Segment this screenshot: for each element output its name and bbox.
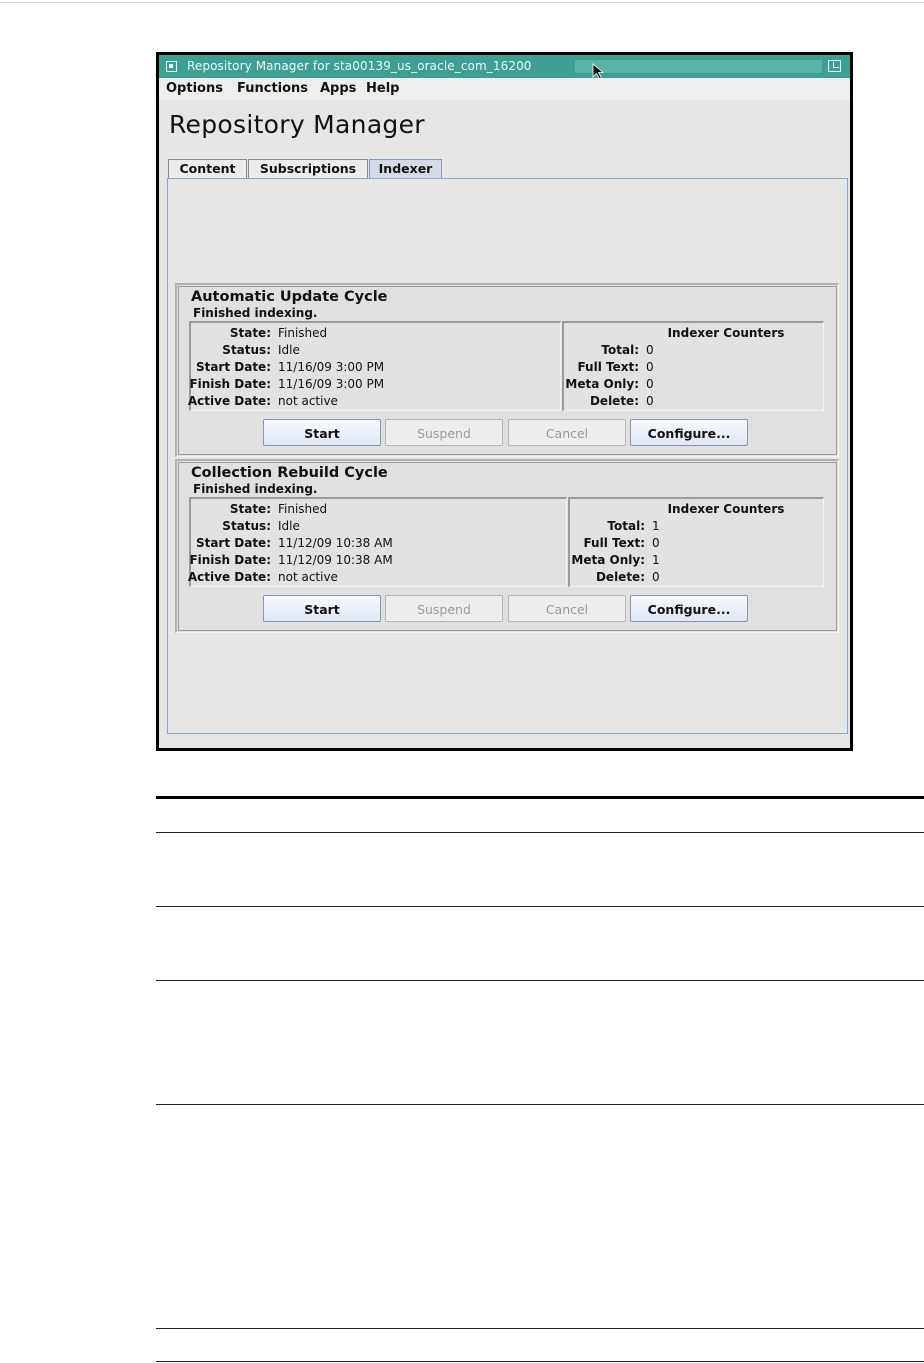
tab-indexer[interactable]: Indexer [369, 159, 442, 178]
status-label: Status: [222, 519, 271, 533]
table-row-divider [156, 832, 924, 833]
start-button[interactable]: Start [263, 419, 381, 446]
state-value: Finished [278, 502, 328, 516]
section-status-message: Finished indexing. [193, 306, 318, 320]
tab-content[interactable]: Content [168, 159, 247, 178]
section-title: Collection Rebuild Cycle [191, 465, 388, 481]
table-row-divider [156, 1328, 924, 1329]
page-top-rule [0, 2, 924, 3]
configure-button[interactable]: Configure... [630, 419, 748, 446]
total-label: Total: [607, 519, 645, 533]
start-date-value: 11/12/09 10:38 AM [278, 536, 393, 550]
indexer-counters-title: Indexer Counters [667, 502, 785, 516]
start-date-value: 11/16/09 3:00 PM [278, 360, 385, 374]
repository-manager-window: Repository Manager for sta00139_us_oracl… [156, 52, 853, 751]
cycle-state-box: State: Finished Status: Idle Start Date: 11… [187, 497, 567, 587]
section-title: Automatic Update Cycle [191, 289, 388, 305]
menu-functions[interactable]: Functions [237, 81, 308, 96]
table-top-rule [156, 796, 924, 799]
start-date-label: Start Date: [195, 536, 271, 550]
table-row-divider [156, 1104, 924, 1105]
table-row-divider [156, 980, 924, 981]
total-label: Total: [601, 343, 639, 357]
total-value: 0 [646, 343, 654, 357]
window-title: Repository Manager for sta00139_us_oracl… [187, 59, 532, 73]
menu-bar: Options Functions Apps Help [159, 78, 850, 100]
maximize-icon[interactable] [828, 60, 841, 72]
finish-date-value: 11/12/09 10:38 AM [278, 553, 393, 567]
meta-only-label: Meta Only: [571, 553, 645, 567]
status-value: Idle [278, 343, 300, 357]
start-date-label: Start Date: [195, 360, 271, 374]
section-status-message: Finished indexing. [193, 482, 318, 496]
status-label: Status: [222, 343, 271, 357]
collection-rebuild-cycle-section: Collection Rebuild Cycle Finished indexi… [175, 459, 839, 633]
full-text-value: 0 [646, 360, 654, 374]
delete-label: Delete: [589, 394, 639, 408]
automatic-update-cycle-section: Automatic Update Cycle Finished indexing… [175, 283, 839, 457]
page-title: Repository Manager [169, 110, 425, 139]
tab-subscriptions[interactable]: Subscriptions [248, 159, 368, 178]
total-value: 1 [652, 519, 660, 533]
indexer-counters-box: Indexer Counters Total: 0 Full Text: 0 Met… [562, 321, 824, 411]
menu-apps[interactable]: Apps [320, 81, 356, 96]
title-bar[interactable]: Repository Manager for sta00139_us_oracl… [159, 55, 850, 80]
status-value: Idle [278, 519, 300, 533]
delete-label: Delete: [595, 570, 645, 584]
indexer-panel: Automatic Update Cycle Finished indexing… [167, 178, 848, 734]
finish-date-value: 11/16/09 3:00 PM [278, 377, 385, 391]
delete-value: 0 [646, 394, 654, 408]
active-date-label: Active Date: [187, 570, 271, 584]
active-date-label: Active Date: [187, 394, 271, 408]
suspend-button[interactable]: Suspend [385, 595, 503, 622]
cancel-button[interactable]: Cancel [508, 595, 626, 622]
cancel-button[interactable]: Cancel [508, 419, 626, 446]
full-text-value: 0 [652, 536, 660, 550]
full-text-label: Full Text: [577, 360, 639, 374]
meta-only-value: 0 [646, 377, 654, 391]
delete-value: 0 [652, 570, 660, 584]
menu-help[interactable]: Help [366, 81, 399, 96]
window-menu-icon[interactable] [166, 61, 177, 72]
state-label: State: [229, 326, 271, 340]
cycle-state-box: State: Finished Status: Idle Start Date: 11… [187, 321, 561, 411]
table-row-divider [156, 906, 924, 907]
active-date-value: not active [278, 570, 338, 584]
title-bar-drag-area[interactable] [575, 60, 822, 73]
meta-only-label: Meta Only: [565, 377, 639, 391]
full-text-label: Full Text: [583, 536, 645, 550]
menu-options[interactable]: Options [166, 81, 223, 96]
meta-only-value: 1 [652, 553, 660, 567]
window-frame: Repository Manager for sta00139_us_oracl… [159, 55, 850, 748]
table-bottom-rule [156, 1361, 924, 1362]
start-button[interactable]: Start [263, 595, 381, 622]
configure-button[interactable]: Configure... [630, 595, 748, 622]
state-label: State: [229, 502, 271, 516]
indexer-counters-box: Indexer Counters Total: 1 Full Text: 0 Met… [568, 497, 824, 587]
finish-date-label: Finish Date: [189, 553, 271, 567]
app-content: Repository Manager Content Subscriptions… [159, 100, 850, 748]
finish-date-label: Finish Date: [189, 377, 271, 391]
indexer-counters-title: Indexer Counters [667, 326, 785, 340]
active-date-value: not active [278, 394, 338, 408]
suspend-button[interactable]: Suspend [385, 419, 503, 446]
state-value: Finished [278, 326, 328, 340]
